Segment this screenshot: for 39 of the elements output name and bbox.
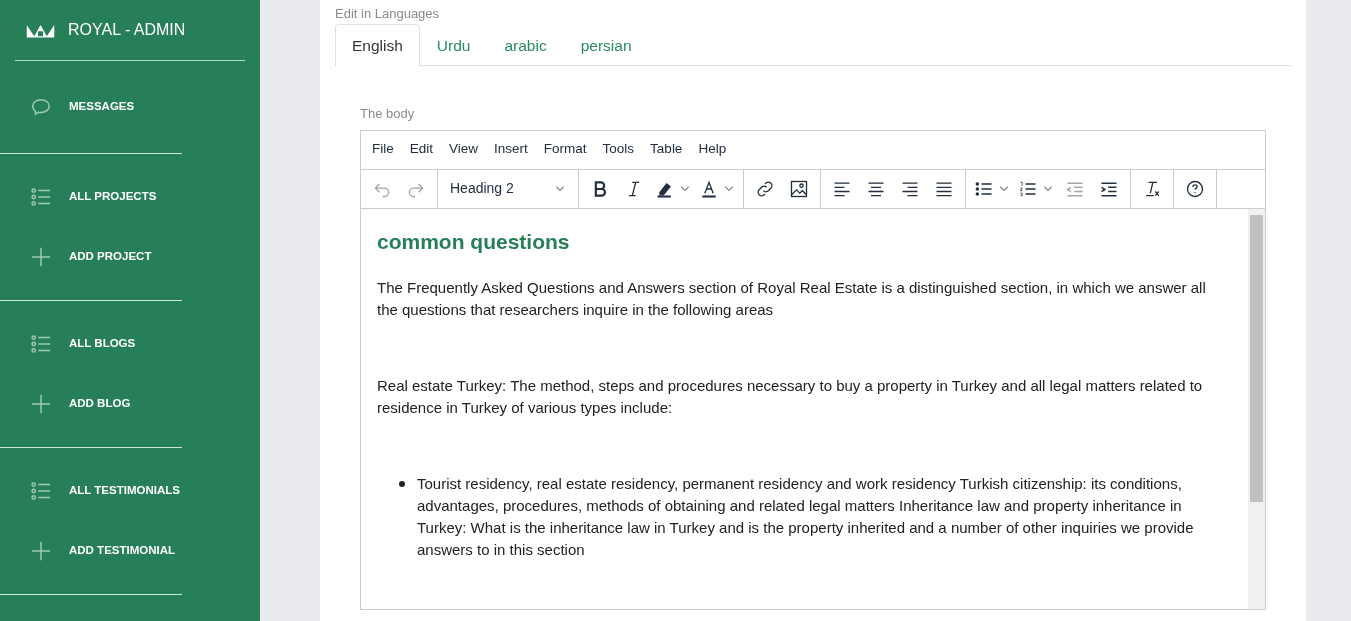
help-icon <box>1185 178 1205 199</box>
paragraph: The Frequently Asked Questions and Answers section of Royal Real Estate is a distinguished section, in which we answer all the questions that researchers inquire in the following areas <box>377 277 1207 320</box>
language-tab[interactable]: English <box>335 24 420 66</box>
bullet-icon <box>399 480 405 487</box>
sidebar-item[interactable]: ALL PROJECTS <box>0 167 182 227</box>
menu-item[interactable]: Table <box>642 139 691 160</box>
language-tab[interactable]: persian <box>563 24 649 66</box>
menu-item[interactable]: Tools <box>594 139 643 160</box>
sidebar-item[interactable]: ADD PROJECT <box>0 227 182 287</box>
link-icon <box>755 178 775 199</box>
list-icon <box>30 480 52 502</box>
menu-item[interactable]: Insert <box>486 139 536 160</box>
menu-item[interactable]: Edit <box>401 139 442 160</box>
sidebar-item[interactable]: ALL BLOGS <box>0 314 182 374</box>
language-tab[interactable]: Urdu <box>419 24 488 66</box>
field-label: The body <box>360 105 416 123</box>
menu-item[interactable]: File <box>364 139 402 160</box>
plus-icon <box>30 246 52 268</box>
chat-icon <box>30 96 52 118</box>
scrollbar[interactable] <box>1248 208 1265 609</box>
block-format-dropdown[interactable]: Heading 2 <box>442 171 574 206</box>
sidebar-item[interactable]: ALL TESTIMONIALS <box>0 461 182 521</box>
list-icon <box>30 186 52 208</box>
menu-item[interactable]: Help <box>690 139 735 160</box>
menu-item[interactable]: View <box>441 139 487 160</box>
section-label: Edit in Languages <box>335 5 441 23</box>
list-icon <box>30 333 52 355</box>
menu-item[interactable]: Format <box>535 139 595 160</box>
content-heading: common questions <box>377 228 571 254</box>
paragraph: Real estate Turkey: The method, steps and procedures necessary to buy a property in Turkey and all legal matters related to residence in Turkey of various types include: <box>377 375 1204 418</box>
sidebar-item[interactable]: ADD BLOG <box>0 374 182 434</box>
plus-icon <box>30 393 52 415</box>
plus-icon <box>30 540 52 562</box>
sidebar-item[interactable]: ADD TESTIMONIAL <box>0 521 182 581</box>
language-tab[interactable]: arabic <box>487 24 564 66</box>
image-icon <box>789 178 809 199</box>
brand-title: ROYAL - ADMIN <box>68 20 186 40</box>
sidebar-item[interactable]: MESSAGES <box>0 77 182 137</box>
list-item-text: Tourist residency, real estate residency, permanent residency and work residency Turkish citizenship: its conditions, advantages, procedures, methods of obtaining and related legal matters Inheritance law and property inheritance in Turkey: What is the inheritance law in Turkey and is the property inherited and a number of other inquiries we provide answers to in this section <box>417 474 1194 558</box>
